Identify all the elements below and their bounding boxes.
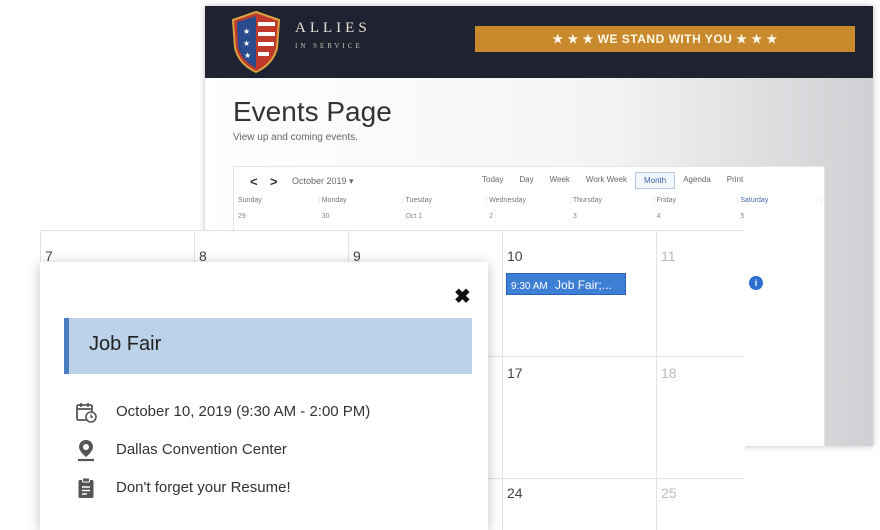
grid-line — [40, 230, 745, 231]
event-location: Dallas Convention Center — [116, 441, 287, 458]
page-subtitle: View up and coming events. — [233, 132, 358, 143]
calendar-view-tabs: Today Day Week Work Week Month Agenda Pr… — [474, 172, 751, 189]
event-details-popup: ✖ Job Fair October 10, 2019 (9:30 AM - 2… — [40, 262, 488, 530]
close-icon[interactable]: ✖ — [454, 284, 471, 309]
view-month[interactable]: Month — [634, 172, 676, 189]
clipboard-icon — [78, 477, 94, 498]
prev-month-button[interactable]: < — [250, 174, 258, 189]
day-number: 3 — [572, 213, 577, 220]
map-pin-icon — [78, 440, 94, 462]
event-chip-time: 9:30 AM — [511, 281, 548, 292]
view-today[interactable]: Today — [474, 172, 511, 189]
logo-name: ALLIES — [295, 20, 371, 36]
weekday-label: Wednesday — [487, 197, 571, 204]
info-dot-icon[interactable]: i — [749, 276, 763, 290]
weekday-label: Tuesday — [403, 197, 488, 204]
event-chip-label: Job Fair;... — [555, 278, 612, 292]
event-chip-job-fair[interactable]: 9:30 AM Job Fair;... — [506, 273, 626, 295]
event-title: Job Fair — [89, 333, 162, 355]
day-cell-number[interactable]: 10 — [507, 248, 523, 264]
svg-text:★: ★ — [243, 27, 250, 36]
month-selector[interactable]: October 2019 ▾ — [292, 176, 354, 187]
site-header: ★ ★ ★ ALLIES IN SERVICE ★ ★ ★ WE STAND W… — [205, 6, 873, 78]
event-title-bar: Job Fair — [64, 318, 472, 374]
weekday-label: Thursday — [571, 197, 655, 204]
grid-line — [502, 230, 503, 530]
day-number: Oct 1 — [405, 213, 423, 220]
day-cell-number[interactable]: 11 — [661, 248, 676, 264]
weekday-label: Sunday — [236, 197, 320, 204]
event-date: October 10, 2019 (9:30 AM - 2:00 PM) — [116, 403, 371, 420]
day-cell-number[interactable]: 24 — [507, 485, 523, 501]
grid-line — [656, 230, 657, 530]
day-cell-number[interactable]: 17 — [507, 365, 523, 381]
page-title: Events Page — [233, 96, 392, 127]
svg-text:★: ★ — [244, 51, 251, 60]
event-note: Don't forget your Resume! — [116, 479, 291, 496]
weekday-label: Saturday — [738, 197, 823, 204]
weekday-header-row: Sunday Monday Tuesday Wednesday Thursday… — [236, 197, 823, 204]
day-number: 30 — [321, 213, 330, 220]
day-cell-number[interactable]: 18 — [661, 365, 677, 381]
shield-flag-logo-icon: ★ ★ ★ — [231, 10, 281, 74]
first-week-day-numbers: 29 30 Oct 1 2 3 4 5 — [236, 213, 822, 220]
calendar-clock-icon — [76, 403, 97, 423]
view-week[interactable]: Week — [542, 172, 578, 189]
svg-text:★: ★ — [243, 39, 250, 48]
weekday-label: Monday — [320, 197, 404, 204]
view-print[interactable]: Print — [719, 172, 751, 189]
view-work-week[interactable]: Work Week — [578, 172, 635, 189]
day-number: 2 — [489, 213, 494, 220]
day-number: 4 — [656, 213, 661, 220]
next-month-button[interactable]: > — [270, 174, 278, 189]
logo-subtitle: IN SERVICE — [295, 42, 363, 50]
day-cell-number[interactable]: 25 — [661, 485, 677, 501]
view-agenda[interactable]: Agenda — [675, 172, 719, 189]
view-day[interactable]: Day — [511, 172, 541, 189]
weekday-label: Friday — [655, 197, 739, 204]
day-number: 29 — [238, 213, 246, 220]
header-banner: ★ ★ ★ WE STAND WITH YOU ★ ★ ★ — [475, 26, 855, 52]
day-number: 5 — [740, 213, 745, 220]
